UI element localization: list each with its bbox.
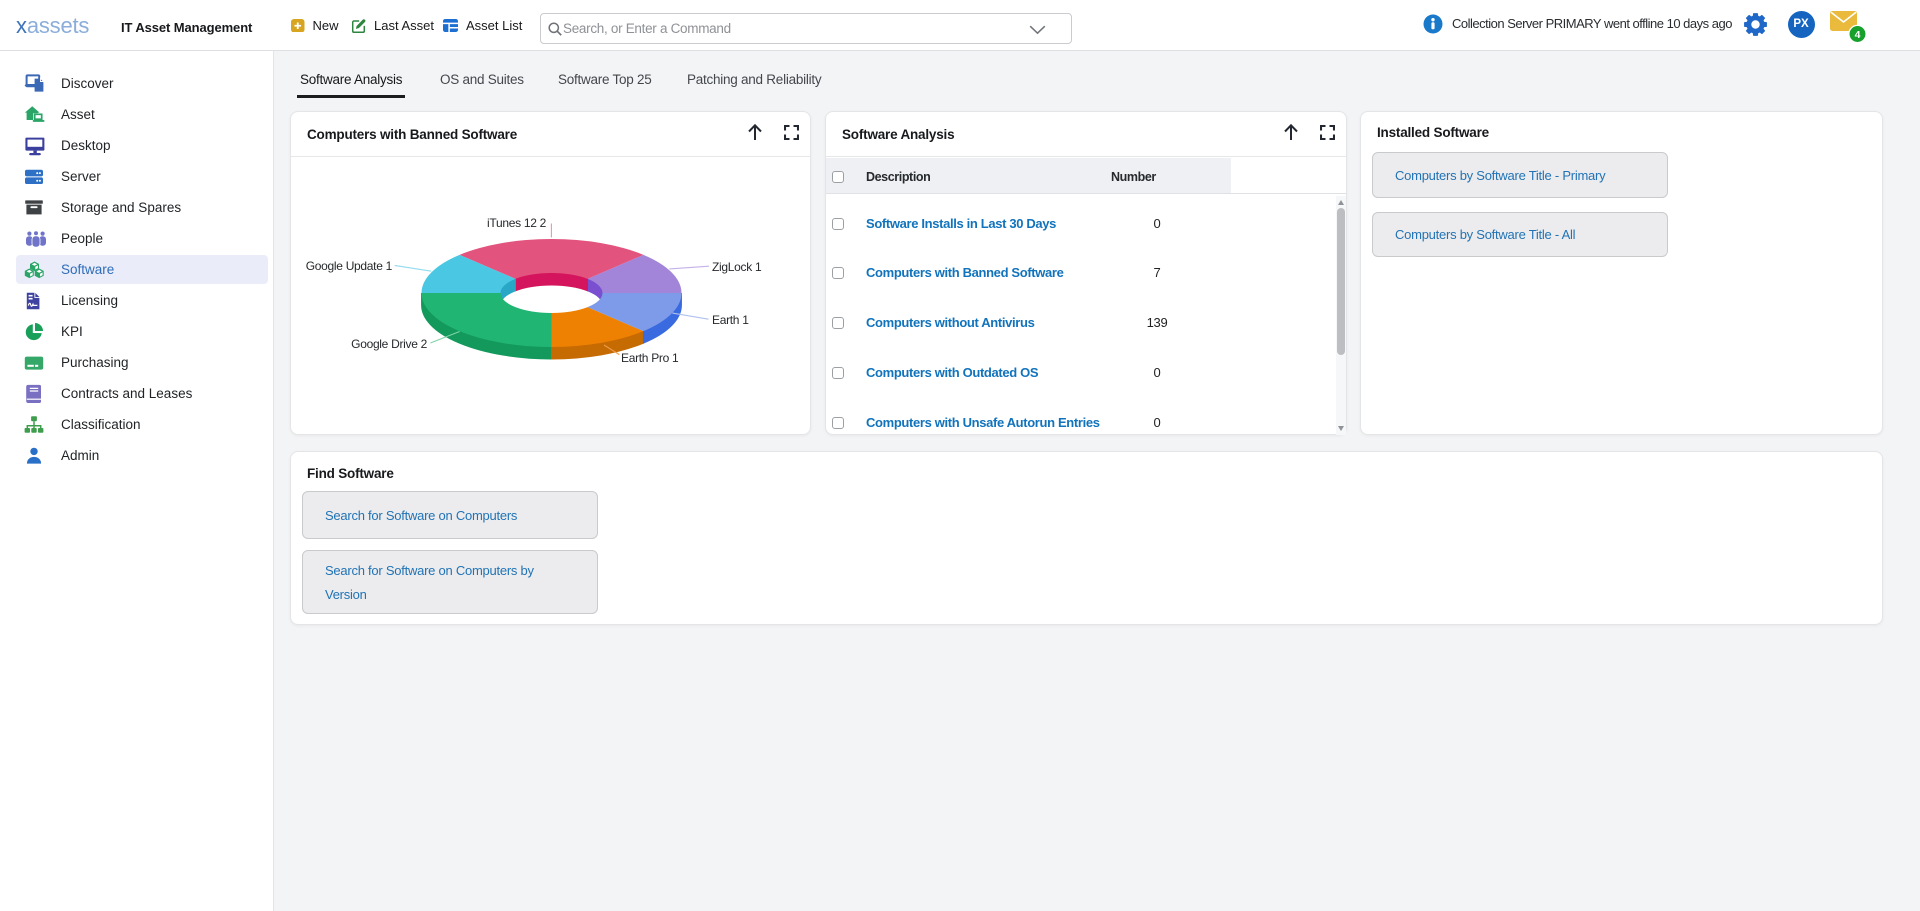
svg-text:4: 4 xyxy=(1855,29,1861,41)
